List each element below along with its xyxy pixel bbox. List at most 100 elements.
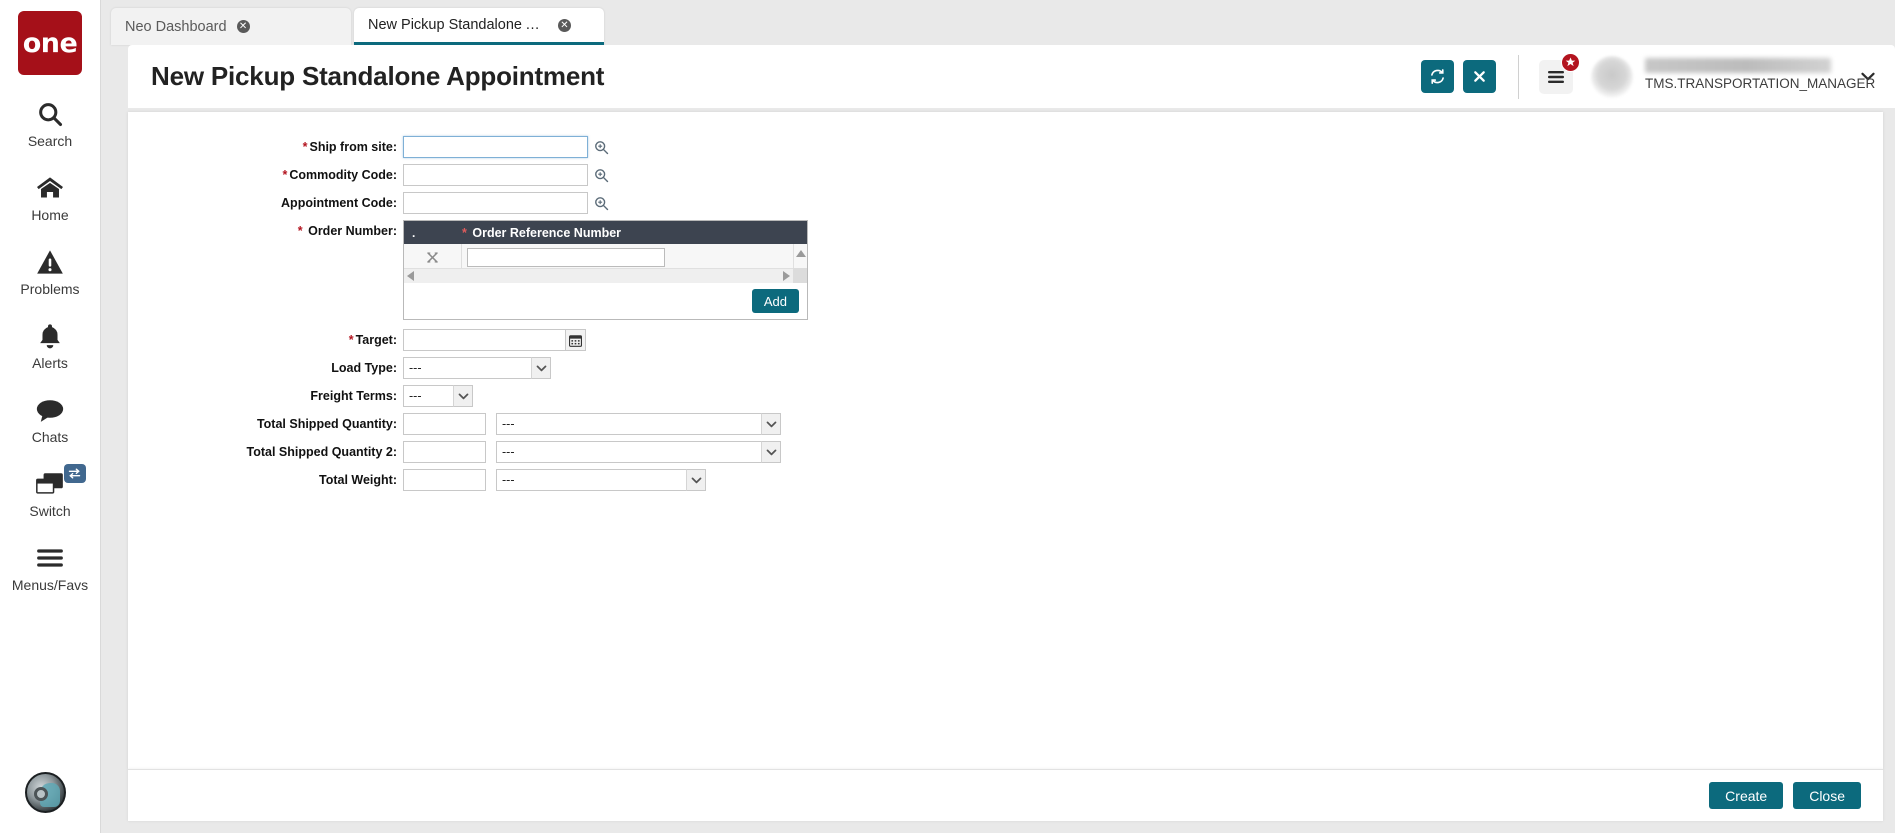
sidebar-item-label: Problems bbox=[20, 281, 80, 297]
user-role-label: TMS.TRANSPORTATION_MANAGER bbox=[1645, 75, 1876, 91]
load-type-control: --- bbox=[403, 357, 551, 379]
warning-triangle-icon bbox=[36, 245, 64, 279]
tab-neo-dashboard[interactable]: Neo Dashboard ✕ bbox=[111, 8, 351, 45]
total-shipped-quantity-label: Total Shipped Quantity: bbox=[256, 417, 397, 431]
sidebar-item-switch[interactable]: Switch bbox=[0, 464, 101, 519]
commodity-code-control bbox=[403, 164, 609, 186]
total-weight-uom-select[interactable]: --- bbox=[496, 469, 706, 491]
hamburger-icon bbox=[35, 541, 65, 575]
left-nav-rail: one Search Home Problems Alerts Chats Sw… bbox=[0, 0, 101, 833]
home-icon bbox=[35, 171, 65, 205]
page-title: New Pickup Standalone Appointment bbox=[151, 61, 605, 91]
magnifier-plus-icon[interactable] bbox=[594, 140, 609, 155]
load-type-selected-value: --- bbox=[403, 357, 551, 379]
appointment-form: * Ship from site: * Commodity Code: Appo… bbox=[128, 136, 808, 497]
sidebar-item-home[interactable]: Home bbox=[0, 171, 101, 223]
hamburger-menu-icon bbox=[1547, 70, 1565, 84]
chevron-down-icon[interactable] bbox=[686, 469, 706, 491]
star-icon bbox=[1561, 52, 1580, 72]
sidebar-item-label: Home bbox=[31, 207, 69, 223]
ship-from-site-label: * Ship from site: bbox=[128, 140, 403, 154]
sidebar-item-chats[interactable]: Chats bbox=[0, 393, 101, 445]
close-button[interactable] bbox=[1463, 60, 1496, 93]
tab-close-icon[interactable]: ✕ bbox=[558, 18, 571, 32]
total-shipped-quantity-2-label: Total Shipped Quantity 2: bbox=[246, 445, 397, 459]
tab-close-icon[interactable]: ✕ bbox=[236, 20, 250, 33]
chevron-down-icon[interactable] bbox=[761, 441, 781, 463]
total-shipped-quantity-2-uom-value: --- bbox=[496, 441, 781, 463]
sidebar-item-menus-favs[interactable]: Menus/Favs bbox=[0, 541, 101, 593]
freight-terms-select[interactable]: --- bbox=[403, 385, 473, 407]
avatar-eye-shape bbox=[34, 787, 48, 801]
field-row-order-number: * Order Number: . * Order Reference Numb… bbox=[128, 220, 808, 320]
commodity-code-input[interactable] bbox=[403, 164, 588, 186]
target-input[interactable] bbox=[403, 329, 566, 351]
order-reference-grid: . * Order Reference Number Add bbox=[403, 220, 808, 320]
total-shipped-quantity-uom-select[interactable]: --- bbox=[496, 413, 781, 435]
sidebar-item-label: Alerts bbox=[32, 355, 68, 371]
browser-tab-bar: Neo Dashboard ✕ New Pickup Standalone Ap… bbox=[101, 0, 1895, 45]
tab-new-pickup-standalone-appointment[interactable]: New Pickup Standalone Appoint... ✕ bbox=[354, 8, 604, 45]
magnifier-plus-icon[interactable] bbox=[594, 168, 609, 183]
chevron-down-icon[interactable] bbox=[761, 413, 781, 435]
field-row-commodity-code: * Commodity Code: bbox=[128, 164, 808, 186]
grid-scroll-corner bbox=[793, 268, 807, 283]
sidebar-item-label: Menus/Favs bbox=[11, 577, 89, 593]
total-weight-uom-value: --- bbox=[496, 469, 706, 491]
brand-logo[interactable]: one bbox=[18, 11, 82, 75]
total-weight-control: --- bbox=[403, 469, 706, 491]
triangle-up-icon[interactable] bbox=[794, 246, 808, 260]
triangle-right-icon[interactable] bbox=[783, 271, 790, 281]
header-actions: TMS.TRANSPORTATION_MANAGER bbox=[1412, 52, 1895, 99]
total-shipped-quantity-input[interactable] bbox=[403, 413, 486, 435]
close-button-footer[interactable]: Close bbox=[1793, 782, 1861, 809]
total-weight-input[interactable] bbox=[403, 469, 486, 491]
total-shipped-quantity-2-input[interactable] bbox=[403, 441, 486, 463]
swap-arrows-icon[interactable] bbox=[63, 464, 86, 483]
tab-label: New Pickup Standalone Appoint... bbox=[368, 17, 548, 33]
grid-col-header-order-reference-number: * Order Reference Number bbox=[462, 226, 807, 240]
user-names: TMS.TRANSPORTATION_MANAGER bbox=[1645, 57, 1875, 97]
sidebar-item-label: Switch bbox=[29, 503, 71, 519]
target-label: * Target: bbox=[128, 333, 403, 347]
grid-horizontal-scrollbar[interactable] bbox=[404, 268, 793, 283]
chevron-down-icon[interactable] bbox=[453, 385, 473, 407]
robot-avatar-icon[interactable] bbox=[25, 772, 66, 813]
triangle-left-icon[interactable] bbox=[407, 271, 414, 281]
menus-favorites-button[interactable] bbox=[1539, 52, 1580, 94]
delete-x-icon[interactable] bbox=[404, 244, 462, 270]
label-text: Order Number: bbox=[308, 224, 397, 238]
chevron-down-icon[interactable] bbox=[531, 357, 551, 379]
field-row-freight-terms: Freight Terms: --- bbox=[128, 385, 808, 407]
magnifier-plus-icon[interactable] bbox=[594, 196, 609, 211]
load-type-select[interactable]: --- bbox=[403, 357, 551, 379]
calendar-icon[interactable] bbox=[566, 329, 586, 351]
total-shipped-quantity-2-uom-select[interactable]: --- bbox=[496, 441, 781, 463]
label-text: Order Reference Number bbox=[472, 225, 622, 240]
user-block[interactable]: TMS.TRANSPORTATION_MANAGER bbox=[1591, 55, 1875, 98]
sidebar-item-problems[interactable]: Problems bbox=[0, 245, 101, 297]
avatar bbox=[1591, 55, 1633, 98]
field-row-total-weight: Total Weight: --- bbox=[128, 469, 808, 491]
freight-terms-label: Freight Terms: bbox=[310, 389, 397, 403]
refresh-icon bbox=[1429, 68, 1446, 85]
field-row-target: * Target: bbox=[128, 329, 808, 351]
main-content-panel: * Ship from site: * Commodity Code: Appo… bbox=[128, 112, 1883, 769]
sidebar-item-alerts[interactable]: Alerts bbox=[0, 319, 101, 371]
required-asterisk: * bbox=[282, 168, 288, 182]
target-control bbox=[403, 329, 586, 351]
ship-from-site-input[interactable] bbox=[403, 136, 588, 158]
required-asterisk: * bbox=[348, 333, 354, 347]
brand-logo-text: one bbox=[22, 27, 78, 59]
user-fullname-redacted bbox=[1645, 57, 1831, 73]
create-button[interactable]: Create bbox=[1709, 782, 1784, 809]
label-text: Target: bbox=[355, 333, 397, 347]
refresh-button[interactable] bbox=[1421, 60, 1454, 93]
appointment-code-input[interactable] bbox=[403, 192, 588, 214]
freight-terms-control: --- bbox=[403, 385, 473, 407]
sidebar-item-search[interactable]: Search bbox=[0, 97, 101, 149]
add-button[interactable]: Add bbox=[751, 289, 799, 313]
order-reference-number-input[interactable] bbox=[467, 247, 665, 267]
order-reference-number-cell bbox=[462, 247, 807, 267]
grid-header-row: . * Order Reference Number bbox=[404, 221, 807, 244]
